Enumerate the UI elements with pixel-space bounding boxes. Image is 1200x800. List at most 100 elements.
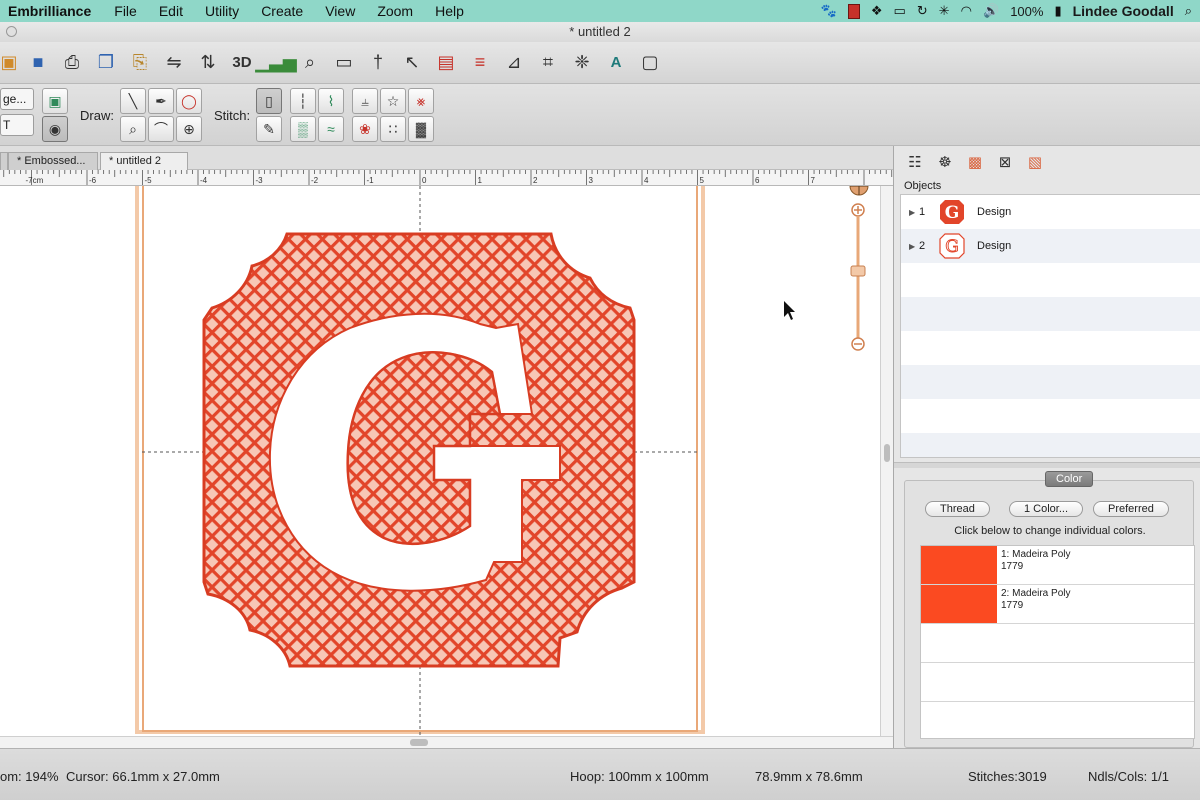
expand-triangle-icon[interactable]: ▶ xyxy=(901,208,915,217)
empty-thread-row xyxy=(921,663,1194,702)
empty-thread-row xyxy=(921,624,1194,663)
visibility-toggle[interactable]: ◉ xyxy=(42,116,68,142)
stitch-applique-button[interactable]: ❀ xyxy=(352,116,378,142)
horizontal-scroll-thumb[interactable] xyxy=(410,739,428,746)
flip-vertical-icon[interactable]: ⇅ xyxy=(194,49,222,77)
menu-help[interactable]: Help xyxy=(424,3,475,19)
tab-embossed[interactable]: * Embossed... xyxy=(8,152,98,170)
flip-horizontal-icon[interactable]: ⇋ xyxy=(160,49,188,77)
object-number: 2 xyxy=(919,240,926,252)
vertical-scroll-thumb[interactable] xyxy=(884,444,890,462)
expand-triangle-icon[interactable]: ▶ xyxy=(901,242,915,251)
stitch-texture-button[interactable]: ▓ xyxy=(408,116,434,142)
text-tool-icon[interactable]: A xyxy=(602,49,630,77)
spotlight-search-icon[interactable]: ⌕ xyxy=(1185,3,1192,19)
frame-icon[interactable]: ▢ xyxy=(636,49,664,77)
stitch-chart-icon[interactable]: ▁▃▅ xyxy=(255,49,297,77)
arrange-icon[interactable]: ⊿ xyxy=(500,49,528,77)
canvas-vertical-scrollbar[interactable] xyxy=(880,186,893,736)
menu-edit[interactable]: Edit xyxy=(148,3,194,19)
app-status-icon[interactable] xyxy=(847,3,860,19)
canvas-horizontal-scrollbar[interactable] xyxy=(0,736,893,748)
image-select-button[interactable]: ge... xyxy=(0,88,34,110)
print-icon[interactable]: ⎙ xyxy=(58,49,86,77)
tab-untitled-2[interactable]: * untitled 2 xyxy=(100,152,188,170)
zoom-status: om: 194% xyxy=(0,769,59,784)
open-folder-icon[interactable]: ▣ xyxy=(0,49,18,77)
user-name[interactable]: Lindee Goodall xyxy=(1073,3,1174,19)
dropbox-icon[interactable]: ❖ xyxy=(871,3,883,19)
draw-node-button[interactable]: ⊕ xyxy=(176,116,202,142)
object-row-1[interactable]: ▶ 1 G Design xyxy=(901,195,1200,229)
save-icon[interactable]: ■ xyxy=(24,49,52,77)
time-machine-icon[interactable]: ↻ xyxy=(917,3,928,19)
draw-curve-button[interactable]: ⌒ xyxy=(148,116,174,142)
empty-row xyxy=(901,433,1200,457)
window-close-button[interactable] xyxy=(6,26,17,37)
grid-icon[interactable]: ⌗ xyxy=(534,49,562,77)
volume-icon[interactable]: 🔊 xyxy=(983,3,999,19)
stitch-single-button[interactable]: ┆ xyxy=(290,88,316,114)
stitch-fill-button[interactable]: ▒ xyxy=(290,116,316,142)
panel-splitter[interactable] xyxy=(894,462,1200,468)
objects-toolbar: ☷ ☸ ▩ ⊠ ▧ xyxy=(894,146,1200,178)
show-picture-button[interactable]: ▣ xyxy=(42,88,68,114)
magnify-icon[interactable]: ⌕ xyxy=(296,49,324,77)
stitch-pattern-button[interactable]: ∷ xyxy=(380,116,406,142)
zoom-thumb[interactable] xyxy=(850,265,866,277)
ungroup-icon[interactable]: ☸ xyxy=(934,151,956,173)
properties-icon[interactable]: ▤ xyxy=(432,49,460,77)
draw-pen-button[interactable]: ✒ xyxy=(148,88,174,114)
paw-icon[interactable]: 🐾 xyxy=(821,3,837,19)
pin-icon[interactable]: † xyxy=(364,49,392,77)
draw-line-button[interactable]: ╲ xyxy=(120,88,146,114)
thread-swatch[interactable] xyxy=(921,546,997,584)
color-panel-tab[interactable]: Color xyxy=(1045,471,1094,487)
thread-row-2[interactable]: 2: Madeira Poly 1779 xyxy=(921,585,1194,624)
preferred-button[interactable]: Preferred xyxy=(1093,501,1169,517)
zoom-slider[interactable]: N xyxy=(845,186,873,352)
group-icon[interactable]: ☷ xyxy=(904,151,926,173)
lock-x-icon[interactable]: ⊠ xyxy=(994,151,1016,173)
wifi-icon[interactable]: ◠ xyxy=(961,3,972,19)
battery-icon[interactable]: ▮ xyxy=(1054,3,1061,19)
draw-circle-button[interactable]: ◯ xyxy=(176,88,202,114)
unlock-icon[interactable]: ▧ xyxy=(1024,151,1046,173)
menu-file[interactable]: File xyxy=(103,3,148,19)
copy-icon[interactable]: ❐ xyxy=(92,49,120,77)
bluetooth-icon[interactable]: ✳ xyxy=(939,3,950,19)
draw-magnify-button[interactable]: ⌕ xyxy=(120,116,146,142)
menu-create[interactable]: Create xyxy=(250,3,314,19)
stitch-bean-button[interactable]: ⫨ xyxy=(352,88,378,114)
paste-icon[interactable]: ⎘ xyxy=(126,49,154,77)
thread-swatch[interactable] xyxy=(921,585,997,623)
tab-overflow[interactable] xyxy=(0,152,8,170)
menu-app-embrilliance[interactable]: Embrilliance xyxy=(0,3,103,19)
eraser-icon[interactable]: ▭ xyxy=(330,49,358,77)
airplay-icon[interactable]: ▭ xyxy=(894,3,906,19)
object-row-2[interactable]: ▶ 2 G Design xyxy=(901,229,1200,263)
menu-utility[interactable]: Utility xyxy=(194,3,250,19)
stitch-run-button[interactable]: ▯ xyxy=(256,88,282,114)
menu-view[interactable]: View xyxy=(314,3,366,19)
text-select-button[interactable]: T xyxy=(0,114,34,136)
lasso-icon[interactable]: ❈ xyxy=(568,49,596,77)
view-3d-icon[interactable]: 3D xyxy=(228,49,256,77)
thread-row-1[interactable]: 1: Madeira Poly 1779 xyxy=(921,546,1194,585)
pointer-icon[interactable]: ↖ xyxy=(398,49,426,77)
stitch-motif-button[interactable]: ≈ xyxy=(318,116,344,142)
applique-icon: ❀ xyxy=(359,120,371,137)
split-icon[interactable]: ≡ xyxy=(466,49,494,77)
stitch-pencil-button[interactable]: ✎ xyxy=(256,116,282,142)
design-canvas[interactable]: N xyxy=(0,186,880,736)
ruler-label: 2 xyxy=(533,176,538,185)
color-count-button[interactable]: 1 Color... xyxy=(1009,501,1084,517)
menu-zoom[interactable]: Zoom xyxy=(366,3,424,19)
stitch-cross-button[interactable]: ⨳ xyxy=(408,88,434,114)
stitch-star-button[interactable]: ☆ xyxy=(380,88,406,114)
embroidery-design[interactable] xyxy=(0,186,880,736)
stitch-satin-button[interactable]: ⌇ xyxy=(318,88,344,114)
lock-icon[interactable]: ▩ xyxy=(964,151,986,173)
battery-percent[interactable]: 100% xyxy=(1010,4,1043,19)
thread-button[interactable]: Thread xyxy=(925,501,990,517)
